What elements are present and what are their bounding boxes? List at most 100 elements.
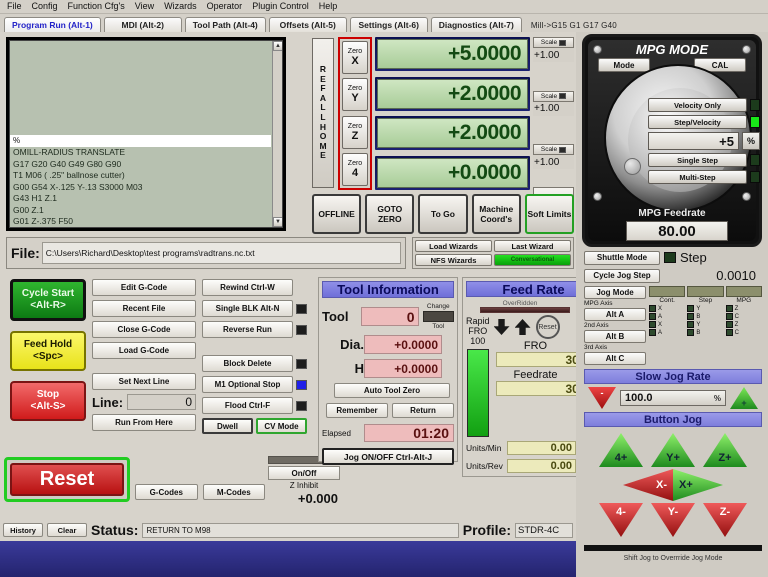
auto-tool-zero-button[interactable]: Auto Tool Zero [334, 383, 450, 398]
reverse-run-button[interactable]: Reverse Run [202, 321, 293, 338]
slow-jog-decrease-button[interactable]: - [588, 387, 616, 409]
shuttle-mode-button[interactable]: Shuttle Mode [584, 250, 660, 265]
chevron-down-icon[interactable]: ▼ [273, 217, 282, 227]
jog-step-value[interactable]: 0.0010 [716, 268, 762, 283]
edit-gcode-button[interactable]: Edit G-Code [92, 279, 196, 296]
gcode-list[interactable]: % OMILL-RADIUS TRANSLATE G17 G20 G40 G49… [9, 40, 283, 228]
change-tool-button[interactable]: Change Tool [422, 303, 454, 330]
jog-y-minus-button[interactable]: Y- [651, 503, 695, 537]
m1-optional-stop-button[interactable]: M1 Optional Stop [202, 376, 293, 393]
menu-item-file[interactable]: File [4, 0, 29, 13]
last-wizard-button[interactable]: Last Wizard [494, 240, 571, 252]
tab-offsets[interactable]: Offsets (Alt-5) [268, 17, 347, 32]
slow-jog-rate-value-group[interactable]: 100.0 % [620, 390, 726, 406]
tab-settings[interactable]: Settings (Alt-6) [349, 17, 428, 32]
mpg-step-value[interactable]: +5 [648, 132, 739, 150]
conversational-button[interactable]: Conversational [494, 254, 571, 266]
goto-zero-button[interactable]: GOTO ZERO [365, 194, 415, 234]
matrix-cell[interactable]: Z [725, 321, 762, 328]
mpg-feedrate-value[interactable]: 80.00 [626, 221, 728, 241]
jog-x-plus-button[interactable]: X+ [673, 469, 723, 501]
zero-x-button[interactable]: Zero X [342, 41, 368, 74]
jog-4-minus-button[interactable]: 4- [599, 503, 643, 537]
nfs-wizards-button[interactable]: NFS Wizards [415, 254, 492, 266]
g-codes-button[interactable]: G-Codes [135, 484, 198, 500]
matrix-cell[interactable]: A [649, 313, 685, 320]
close-gcode-button[interactable]: Close G-Code [92, 321, 196, 338]
scale-y-toggle[interactable]: Scale [533, 90, 574, 102]
to-go-button[interactable]: To Go [418, 194, 468, 234]
tab-mdi[interactable]: MDI (Alt-2) [103, 17, 182, 32]
return-button[interactable]: Return [392, 403, 454, 418]
slow-jog-increase-button[interactable]: + [730, 387, 758, 409]
feed-hold-button[interactable]: Feed Hold <Spc> [10, 331, 86, 371]
load-wizards-button[interactable]: Load Wizards [415, 240, 492, 252]
remember-button[interactable]: Remember [326, 403, 388, 418]
matrix-cell[interactable]: C [725, 329, 762, 336]
feedrate-value[interactable]: 30.00 [495, 381, 579, 396]
mpg-percent-button[interactable]: % [742, 132, 760, 150]
chevron-up-icon[interactable]: ▲ [273, 41, 282, 51]
mpg-dial-knob[interactable] [624, 158, 641, 175]
menu-item-view[interactable]: View [132, 0, 161, 13]
single-block-button[interactable]: Single BLK Alt-N [202, 300, 293, 317]
z-inhibit-value[interactable]: +0.000 [268, 491, 340, 506]
dro-4-value[interactable]: +0.0000 [377, 157, 528, 188]
history-button[interactable]: History [3, 523, 43, 537]
matrix-cell[interactable]: C [725, 313, 762, 320]
offline-button[interactable]: OFFLINE [312, 194, 362, 234]
cv-mode-toggle[interactable]: CV Mode [256, 418, 307, 434]
matrix-cell[interactable]: Z [725, 305, 762, 312]
ref-all-home-button[interactable]: R EF AL LH OM E [312, 38, 334, 188]
alt-b-button[interactable]: Alt B [584, 330, 646, 343]
jog-z-minus-button[interactable]: Z- [703, 503, 747, 537]
single-step-button[interactable]: Single Step [648, 153, 747, 167]
flood-button[interactable]: Flood Ctrl-F [202, 397, 293, 414]
matrix-cell[interactable]: B [687, 329, 723, 336]
jog-y-plus-button[interactable]: Y+ [651, 433, 695, 467]
jog-x-minus-button[interactable]: X- [623, 469, 673, 501]
dwell-toggle[interactable]: Dwell [202, 418, 253, 434]
z-inhibit-onoff-button[interactable]: On/Off [268, 466, 340, 480]
m-codes-button[interactable]: M-Codes [202, 484, 265, 500]
menu-item-help[interactable]: Help [316, 0, 345, 13]
zero-4-button[interactable]: Zero 4 [342, 152, 368, 186]
clear-button[interactable]: Clear [47, 523, 87, 537]
cycle-jog-step-button[interactable]: Cycle Jog Step [584, 268, 660, 283]
stop-button[interactable]: Stop <Alt-S> [10, 381, 86, 421]
rewind-button[interactable]: Rewind Ctrl-W [202, 279, 293, 296]
fro-value[interactable]: 30.00 [495, 352, 579, 367]
tab-program-run[interactable]: Program Run (Alt-1) [4, 17, 101, 32]
jog-z-plus-button[interactable]: Z+ [703, 433, 747, 467]
matrix-cell[interactable]: A [649, 329, 685, 336]
velocity-only-button[interactable]: Velocity Only [648, 98, 747, 112]
scale-z-value[interactable]: +1.00 [533, 155, 574, 169]
menu-item-operator[interactable]: Operator [204, 0, 250, 13]
machine-coords-button[interactable]: Machine Coord's [471, 194, 521, 234]
tab-diagnostics[interactable]: Diagnostics (Alt-7) [430, 17, 522, 32]
tool-number-value[interactable]: 0 [360, 307, 419, 326]
zero-z-button[interactable]: Zero Z [342, 115, 368, 149]
matrix-cell[interactable]: Y [687, 321, 723, 328]
h-value[interactable]: +0.0000 [364, 359, 442, 378]
scale-y-value[interactable]: +1.00 [533, 101, 574, 116]
cycle-start-button[interactable]: Cycle Start <Alt-R> [10, 279, 86, 321]
menu-item-wizards[interactable]: Wizards [161, 0, 204, 13]
dro-z-value[interactable]: +2.0000 [377, 118, 528, 148]
jog-mode-button[interactable]: Jog Mode [584, 286, 646, 299]
file-path-field[interactable]: C:\Users\Richard\Desktop\test programs\r… [41, 242, 401, 264]
matrix-cell[interactable]: X [649, 305, 685, 312]
set-next-line-button[interactable]: Set Next Line [92, 373, 196, 390]
tab-tool-path[interactable]: Tool Path (Alt-4) [184, 17, 266, 32]
soft-limits-button[interactable]: Soft Limits [524, 194, 575, 234]
dro-y-value[interactable]: +2.0000 [377, 78, 528, 109]
arrow-down-icon[interactable] [493, 319, 510, 335]
run-from-here-button[interactable]: Run From Here [92, 414, 196, 431]
reset-button[interactable]: Reset [10, 463, 124, 496]
alt-c-button[interactable]: Alt C [584, 352, 646, 365]
scale-x-toggle[interactable]: Scale [533, 37, 574, 48]
line-number-value[interactable]: 0 [127, 394, 196, 410]
zero-y-button[interactable]: Zero Y [342, 78, 368, 112]
mpg-mode-button[interactable]: Mode [598, 58, 650, 72]
menu-item-function-cfgs[interactable]: Function Cfg's [65, 0, 132, 13]
